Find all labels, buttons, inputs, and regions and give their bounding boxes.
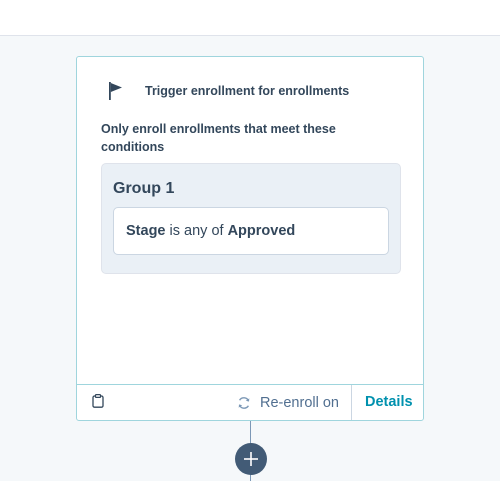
add-action-button[interactable]: [235, 443, 267, 475]
details-link[interactable]: Details: [365, 394, 413, 410]
trigger-card-header: Trigger enrollment for enrollments: [77, 57, 423, 123]
filter-group: Group 1 Stage is any of Approved: [101, 163, 401, 274]
filter-operator: is any of: [169, 223, 224, 239]
reenroll-label: Re-enroll on: [260, 394, 339, 411]
trigger-card-footer: Re-enroll on Details: [77, 384, 423, 420]
filter-property: Stage: [126, 223, 166, 239]
refresh-icon: [238, 396, 250, 409]
clipboard-icon[interactable]: [92, 394, 104, 408]
reenroll-status[interactable]: Re-enroll on: [237, 385, 339, 420]
trigger-card[interactable]: Trigger enrollment for enrollments Only …: [76, 56, 424, 421]
plus-icon: [244, 452, 258, 466]
trigger-title: Trigger enrollment for enrollments: [145, 84, 350, 98]
filter-text: Stage is any of Approved: [126, 223, 295, 239]
conditions-description: Only enroll enrollments that meet these …: [101, 122, 336, 154]
top-bar: [0, 0, 500, 36]
filter-value: Approved: [227, 223, 296, 239]
flag-icon: [109, 82, 122, 100]
filter-condition[interactable]: Stage is any of Approved: [113, 207, 389, 255]
footer-divider: [351, 385, 352, 420]
group-title: Group 1: [113, 180, 175, 197]
